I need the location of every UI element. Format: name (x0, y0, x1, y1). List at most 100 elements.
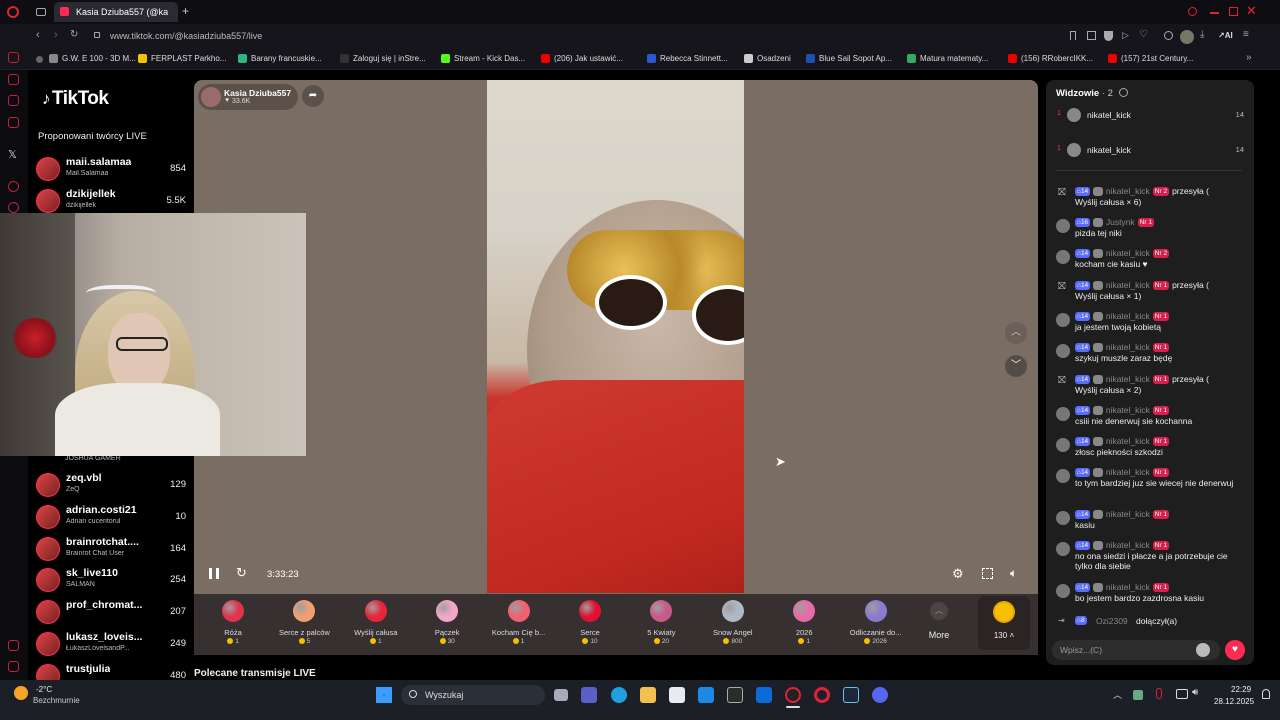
extensions-icon[interactable] (1164, 31, 1173, 40)
refresh-stream-icon[interactable]: ↻ (236, 565, 247, 581)
windows-start-icon[interactable] (376, 687, 392, 703)
chat-username[interactable]: Justynk (1106, 217, 1135, 227)
sidebar-x-icon[interactable]: 𝕏 (8, 148, 17, 161)
creator-row[interactable]: zeq.vbl ZeQ 129 (36, 471, 186, 499)
taskbar-search[interactable]: Wyszukaj (401, 685, 545, 705)
fullscreen-icon[interactable] (982, 568, 993, 579)
chat-username[interactable]: nikatel_kick (1106, 467, 1150, 477)
creator-row[interactable]: brainrotchat.... Brainrot Chat User 164 (36, 535, 186, 563)
creator-row[interactable]: adrian.costi21 Adrian cuceritorul 10 (36, 503, 186, 531)
profile-avatar[interactable] (1180, 30, 1194, 44)
more-gifts-button[interactable]: ︿ More (915, 600, 963, 640)
creator-row[interactable]: lukasz_loveis... ŁukaszLovelsandP... 249 (36, 630, 186, 658)
snapshot-icon[interactable] (1087, 31, 1096, 40)
creator-row[interactable]: dzikijellek dzikijellek 5.5K (36, 187, 186, 215)
close-window-button[interactable]: ✕ (1246, 3, 1257, 19)
tray-mic-icon[interactable] (1156, 688, 1162, 699)
viewer-row[interactable]: 1 nikatel_kick 14 (1054, 107, 1248, 125)
bookmark-item[interactable]: Stream - Kick Das... (441, 54, 525, 63)
sidebar-gx-icon[interactable] (8, 640, 19, 651)
download-icon[interactable]: ⤓ (1200, 29, 1204, 40)
coins-panel[interactable]: 130 ˄ (978, 596, 1030, 650)
bookmark-item[interactable]: (157) 21st Century... (1108, 54, 1193, 63)
search-tabs-icon[interactable] (1188, 7, 1197, 16)
clock-time[interactable]: 22:29 (1231, 685, 1251, 694)
store-icon[interactable] (669, 687, 685, 703)
gift-item[interactable]: Róża 1 (198, 598, 268, 645)
chat-username[interactable]: nikatel_kick (1106, 280, 1150, 290)
chat-username[interactable]: nikatel_kick (1106, 311, 1150, 321)
info-icon[interactable] (1119, 88, 1128, 97)
forward-arrow-icon[interactable]: › (54, 29, 58, 41)
shield-icon[interactable] (1104, 31, 1113, 41)
chat-username[interactable]: nikatel_kick (1106, 405, 1150, 415)
tab-menu-icon[interactable] (36, 8, 46, 16)
url-field[interactable]: www.tiktok.com/@kasiadziuba557/live (110, 31, 262, 41)
menu-icon[interactable]: ≡ (1243, 29, 1249, 40)
like-heart-button[interactable]: ♥ (1225, 640, 1245, 660)
gift-item[interactable]: 2026 1 (769, 598, 839, 645)
notifications-icon[interactable] (1262, 689, 1270, 699)
creator-row[interactable]: maii.salamaa Mail.Salamaa 854 (36, 155, 186, 183)
reload-icon[interactable]: ↻ (70, 29, 78, 40)
opera-gx-icon[interactable] (785, 687, 801, 703)
volume-icon[interactable]: 🔈︎ (1010, 566, 1017, 581)
sidebar-instagram-icon[interactable] (8, 95, 19, 106)
app-blue-icon[interactable] (756, 687, 772, 703)
chat-username[interactable]: nikatel_kick (1106, 436, 1150, 446)
viewer-row[interactable]: 1 nikatel_kick 14 (1054, 142, 1248, 160)
host-name[interactable]: Kasia Dziuba557 (224, 88, 291, 98)
ai-button[interactable]: ↗AI (1218, 31, 1233, 40)
pause-button[interactable] (209, 568, 219, 579)
tray-chevron-icon[interactable]: ︿ (1113, 688, 1122, 701)
settings-gear-icon[interactable]: ⚙ (952, 566, 964, 582)
sidebar-aria-icon[interactable] (8, 52, 19, 63)
emoji-icon[interactable] (1196, 643, 1210, 657)
bookmark-item[interactable]: Barany francuskie... (238, 54, 322, 63)
bookmark-item[interactable]: Osadzeni (744, 54, 791, 63)
gift-item[interactable]: Pączek 30 (412, 598, 482, 645)
tray-wifi-icon[interactable] (1176, 689, 1188, 699)
terminal-icon[interactable] (727, 687, 743, 703)
browser-tab-active[interactable]: Kasia Dziuba557 (@ka (54, 2, 178, 22)
chat-username[interactable]: nikatel_kick (1106, 342, 1150, 352)
sidebar-mail-icon[interactable] (8, 117, 19, 128)
creator-row[interactable]: prof_chromat... 207 (36, 598, 186, 626)
bookmark-item[interactable]: Blue Sail Sopot Ap... (806, 54, 892, 63)
heart-icon[interactable]: ♡ (1139, 29, 1148, 40)
share-button[interactable]: ➦ (302, 85, 324, 107)
gift-item[interactable]: Snow Angel 800 (698, 598, 768, 645)
tray-network-status-icon[interactable] (1133, 690, 1143, 700)
opera-logo-icon[interactable] (7, 6, 19, 18)
sidebar-more-icon[interactable] (8, 661, 19, 672)
scroll-up-button[interactable]: ︿ (1005, 322, 1027, 344)
bookmark-item[interactable]: (206) Jak ustawić... (541, 54, 623, 63)
clock-date[interactable]: 28.12.2025 (1214, 697, 1254, 706)
opera-icon[interactable] (814, 687, 830, 703)
scroll-down-button[interactable]: ﹀ (1005, 355, 1027, 377)
edge-icon[interactable] (611, 687, 627, 703)
bookmark-item[interactable]: Matura matematy... (907, 54, 988, 63)
chat-username[interactable]: nikatel_kick (1106, 374, 1150, 384)
sidebar-history-icon[interactable] (8, 202, 19, 213)
teams-icon[interactable] (581, 687, 597, 703)
gift-item[interactable]: Serce z palców 5 (269, 598, 339, 645)
weather-temp[interactable]: -2°C (36, 685, 52, 694)
chat-username[interactable]: nikatel_kick (1106, 186, 1150, 196)
bookmark-item[interactable]: Zaloguj się | inStre... (340, 54, 426, 63)
live-video[interactable] (487, 80, 744, 593)
bookmark-item[interactable]: FERPLAST Parkho... (138, 54, 226, 63)
sidebar-messenger-icon[interactable] (8, 74, 19, 85)
steam-icon[interactable] (843, 687, 859, 703)
bookmark-icon[interactable] (1070, 31, 1076, 40)
chat-username[interactable]: nikatel_kick (1106, 540, 1150, 550)
sidebar-player-icon[interactable] (8, 181, 19, 192)
gift-item[interactable]: Serce 10 (555, 598, 625, 645)
play-icon[interactable]: ▷ (1122, 30, 1129, 41)
task-view-icon[interactable] (554, 689, 568, 701)
gift-item[interactable]: Kocham Cię b... 1 (484, 598, 554, 645)
new-tab-button[interactable]: + (182, 4, 189, 18)
gift-item[interactable]: Wyślij całusa 1 (341, 598, 411, 645)
weather-icon[interactable] (14, 686, 28, 700)
mail-app-icon[interactable] (698, 687, 714, 703)
